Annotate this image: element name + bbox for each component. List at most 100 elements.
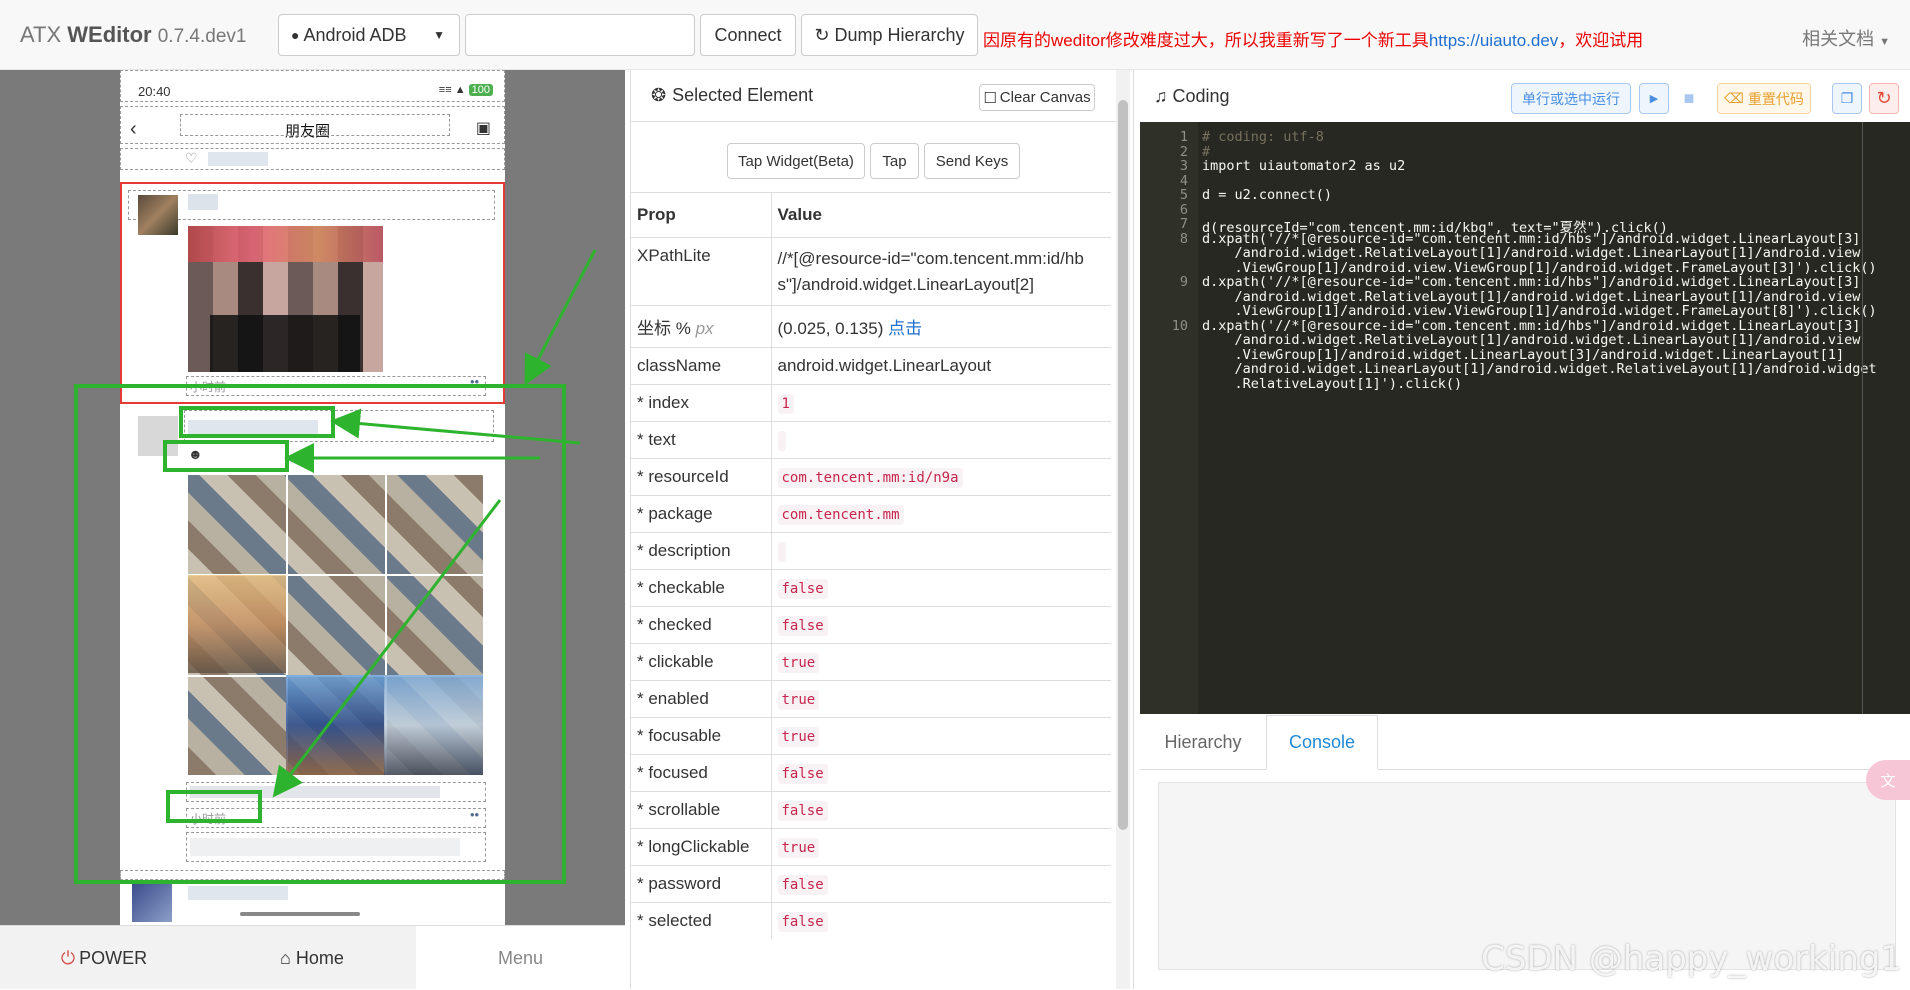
table-row: className android.widget.LinearLayout: [631, 347, 1111, 385]
prop-value: com.tencent.mm: [771, 495, 1111, 533]
translate-icon[interactable]: 文: [1866, 760, 1910, 800]
code-line: d = u2.connect(): [1202, 187, 1333, 203]
copy-icon: ❐: [1840, 90, 1854, 106]
prop-value: false: [771, 754, 1111, 792]
prop-value: false: [771, 606, 1111, 644]
prop-value-code: true: [777, 838, 820, 858]
crosshair-icon: ❂: [651, 85, 667, 105]
top-navbar: ATX WEditor 0.7.4.dev1 ● Android ADB ▼ C…: [0, 0, 1910, 70]
prop-value: true: [771, 643, 1111, 681]
home-label: Home: [295, 947, 344, 968]
table-row: * index 1: [631, 384, 1111, 422]
table-row: * description: [631, 532, 1111, 570]
prop-value: true: [771, 680, 1111, 718]
tap-widget-button[interactable]: Tap Widget(Beta): [727, 143, 865, 179]
clear-canvas-label: Clear Canvas: [999, 89, 1091, 106]
table-row: * resourceId com.tencent.mm:id/n9a: [631, 458, 1111, 496]
notice-message: 因原有的weditor修改难度过大，所以我重新写了一个新工具https://ui…: [983, 26, 1643, 51]
action-buttons: Tap Widget(Beta) Tap Send Keys: [631, 122, 1130, 192]
prop-name: * selected: [631, 902, 772, 939]
prop-value: false: [771, 569, 1111, 607]
coord-unit-toggle[interactable]: px: [696, 319, 714, 338]
line-number: 9: [1179, 274, 1188, 290]
prop-name: * index: [631, 384, 772, 422]
table-header-row: Prop Value: [631, 192, 1111, 238]
table-row: * password false: [631, 865, 1111, 903]
prop-value-code: false: [777, 616, 828, 636]
stop-icon: ■: [1683, 88, 1695, 108]
dump-hierarchy-button[interactable]: ↻ Dump Hierarchy: [801, 14, 978, 56]
prop-value-code: true: [777, 727, 820, 747]
run-icon-button[interactable]: ▶: [1639, 83, 1669, 114]
menu-button[interactable]: Menu: [416, 926, 625, 990]
prop-value: false: [771, 791, 1111, 829]
prop-name: * focused: [631, 754, 772, 792]
table-row: * scrollable false: [631, 791, 1111, 829]
code-editor[interactable]: 1 2 3 4 5 6 7 8 9 10 # coding: utf-8 # import uiaut…: [1140, 122, 1910, 714]
platform-select[interactable]: ● Android ADB ▼: [278, 14, 460, 56]
table-row: * selected false: [631, 902, 1111, 939]
watermark: CSDN @happy_working1: [1481, 939, 1902, 979]
run-selection-button[interactable]: 单行或选中运行: [1511, 83, 1631, 114]
reset-code-button[interactable]: ⌫ 重置代码: [1717, 83, 1811, 114]
home-button[interactable]: ⌂ Home: [208, 926, 416, 990]
tap-button[interactable]: Tap: [870, 143, 919, 179]
prop-name: * password: [631, 865, 772, 903]
prop-value-code: [777, 542, 786, 562]
tab-console[interactable]: Console: [1266, 715, 1378, 770]
code-line: .RelativeLayout[1]').click(): [1202, 375, 1463, 392]
brand-prefix: ATX: [20, 22, 62, 47]
stop-button[interactable]: ■: [1674, 83, 1704, 114]
notice-link[interactable]: https://uiauto.dev: [1429, 31, 1558, 50]
prop-value-code: 1: [777, 394, 794, 414]
reload-button[interactable]: ↻: [1869, 83, 1899, 114]
properties-table: Prop Value XPathLite //*[@resource-id="c…: [631, 192, 1111, 939]
clear-canvas-button[interactable]: ☐ Clear Canvas: [979, 84, 1095, 111]
device-serial-input[interactable]: [465, 14, 695, 56]
coding-title: Coding: [1172, 85, 1230, 106]
tab-hierarchy[interactable]: Hierarchy: [1140, 715, 1266, 770]
coding-panel: ♫ Coding 单行或选中运行 ▶ ■ ⌫ 重置代码 ❐ ↻ 123456789…: [1133, 70, 1910, 989]
table-row: * focused false: [631, 754, 1111, 792]
play-icon: ▶: [1649, 93, 1659, 105]
prop-value: android.widget.LinearLayout: [771, 347, 1111, 385]
prop-value-code: true: [777, 653, 820, 673]
prop-name: 坐标 % px: [631, 305, 772, 348]
brand-name: WEditor: [67, 22, 152, 47]
selected-element-panel: ❂ Selected Element ☐ Clear Canvas Tap Wid…: [630, 70, 1130, 989]
table-row: * text: [631, 421, 1111, 459]
prop-value: 1: [771, 384, 1111, 422]
annotation-arrows: [272, 249, 597, 798]
code-line: # coding: utf-8: [1202, 129, 1324, 145]
coding-header: ♫ Coding 单行或选中运行 ▶ ■ ⌫ 重置代码 ❐ ↻: [1134, 70, 1910, 122]
prop-value-code: false: [777, 764, 828, 784]
line-number: 8: [1179, 230, 1188, 247]
table-row: * enabled true: [631, 680, 1111, 718]
prop-name: * focusable: [631, 717, 772, 755]
table-row: * checkable false: [631, 569, 1111, 607]
refresh-icon: ↻: [814, 24, 830, 45]
coord-click-link[interactable]: 点击: [888, 319, 922, 338]
prop-name: * description: [631, 532, 772, 570]
prop-value-code: com.tencent.mm:id/n9a: [777, 468, 963, 488]
docs-dropdown[interactable]: 相关文档 ▼: [1802, 25, 1890, 51]
power-button[interactable]: ⏻ POWER: [0, 926, 208, 990]
prop-value-code: [777, 431, 786, 451]
send-keys-button[interactable]: Send Keys: [924, 143, 1020, 179]
power-icon: ⏻: [60, 947, 76, 968]
prop-value: [771, 421, 1111, 459]
table-row: * focusable true: [631, 717, 1111, 755]
connect-button[interactable]: Connect: [700, 14, 796, 56]
prop-name: * clickable: [631, 643, 772, 681]
prop-name: * longClickable: [631, 828, 772, 866]
prop-value-code: false: [777, 912, 828, 932]
table-row: XPathLite //*[@resource-id="com.tencent.…: [631, 237, 1111, 306]
copy-button[interactable]: ❐: [1832, 83, 1862, 114]
notice-text: 因原有的weditor修改难度过大，所以我重新写了一个新工具: [983, 31, 1429, 50]
bottom-tabs: Hierarchy Console: [1140, 715, 1910, 770]
panel-scrollbar[interactable]: [1116, 70, 1130, 989]
prop-name: * scrollable: [631, 791, 772, 829]
notice-suffix: ，欢迎试用: [1558, 31, 1644, 50]
xpath-value[interactable]: //*[@resource-id="com.tencent.mm:id/hbs"…: [771, 237, 1111, 306]
brand-version: 0.7.4.dev1: [157, 26, 247, 47]
